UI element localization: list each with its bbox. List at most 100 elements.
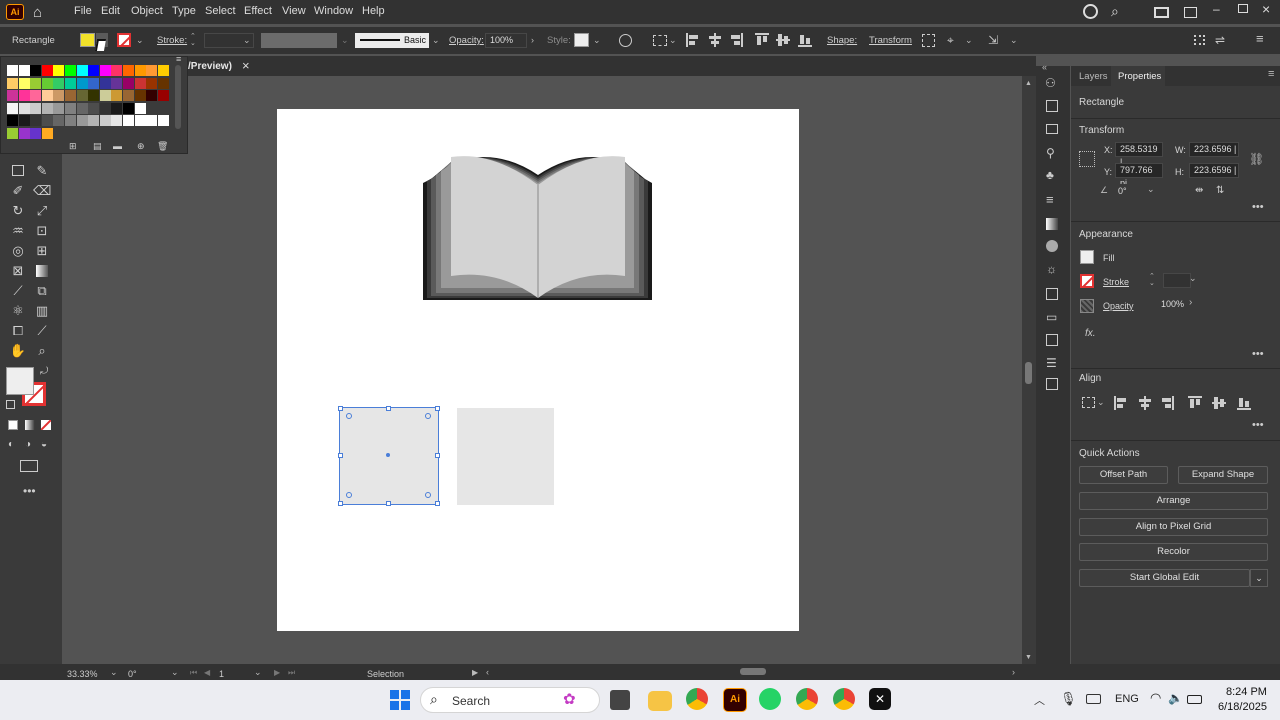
select-similar-icon[interactable]: ⇲: [988, 33, 998, 47]
whatsapp-icon[interactable]: [759, 688, 781, 710]
slice-tool-icon[interactable]: ⟋: [33, 322, 51, 340]
second-rectangle[interactable]: [457, 408, 554, 505]
appearance-more-icon[interactable]: •••: [1252, 348, 1264, 360]
learn-icon[interactable]: ⚇: [1045, 76, 1056, 90]
stroke-weight-dropdown-icon[interactable]: ⌄: [243, 35, 251, 46]
artboard-dropdown-icon[interactable]: ⌄: [254, 667, 262, 678]
color-swatch[interactable]: [30, 102, 42, 114]
artboard-tool-icon[interactable]: ⧠: [9, 322, 27, 340]
color-swatch[interactable]: [41, 115, 53, 126]
comments-icon[interactable]: ▭: [1046, 310, 1057, 324]
style-dropdown-icon[interactable]: ⌄: [593, 35, 601, 46]
align-top-icon[interactable]: [755, 33, 769, 47]
none-mode-icon[interactable]: [41, 420, 51, 430]
color-swatch[interactable]: [146, 65, 158, 76]
workspace-icon[interactable]: [1184, 7, 1197, 18]
color-swatch[interactable]: [88, 115, 100, 126]
color-swatch[interactable]: [18, 127, 30, 139]
perspective-grid-icon[interactable]: ⊞: [33, 242, 51, 260]
prop-align-hcenter-icon[interactable]: [1138, 396, 1152, 410]
swatch-kinds-icon[interactable]: ▤: [93, 141, 102, 152]
color-swatch[interactable]: [111, 90, 123, 101]
color-swatch[interactable]: [7, 77, 18, 89]
color-swatch[interactable]: [76, 90, 88, 101]
color-swatch[interactable]: [88, 102, 100, 114]
style-swatch[interactable]: [574, 33, 589, 47]
gradient-mode-icon[interactable]: [25, 420, 35, 430]
fill-swatch[interactable]: [80, 33, 95, 47]
color-swatch[interactable]: [41, 127, 53, 139]
hand-tool-icon[interactable]: ✋: [9, 342, 27, 360]
new-swatch-icon[interactable]: ⊕: [137, 141, 145, 152]
color-swatch[interactable]: [157, 77, 169, 89]
appearance-stroke-swatch[interactable]: [1080, 274, 1094, 288]
default-colors-icon[interactable]: [6, 400, 15, 409]
swatch-folder-icon[interactable]: ▬: [113, 141, 122, 151]
recolor-button[interactable]: Recolor: [1079, 543, 1268, 561]
eraser-tool-icon[interactable]: ⌫: [33, 182, 51, 200]
flip-vertical-icon[interactable]: ⇅: [1216, 185, 1224, 196]
color-swatch[interactable]: [123, 102, 134, 114]
book-artwork[interactable]: [423, 155, 653, 301]
brush-dropdown-icon[interactable]: ⌄: [432, 35, 440, 46]
zoom-level[interactable]: 33.33%: [67, 669, 98, 679]
hscroll-left-icon[interactable]: ‹: [486, 667, 489, 677]
opacity-arrow-icon[interactable]: ›: [531, 35, 534, 45]
color-swatch[interactable]: [65, 77, 76, 89]
color-swatch[interactable]: [18, 115, 30, 126]
status-menu-icon[interactable]: ▶: [472, 668, 478, 677]
brush-definition[interactable]: Basic: [355, 33, 429, 48]
color-swatch[interactable]: [123, 115, 134, 126]
x-field[interactable]: 258.5319 |: [1115, 142, 1163, 167]
handle-top-center[interactable]: [386, 406, 391, 411]
transform-more-icon[interactable]: •••: [1252, 201, 1264, 213]
align-to-pixel-grid-button[interactable]: Align to Pixel Grid: [1079, 518, 1268, 536]
rotate-tool-icon[interactable]: ↻: [9, 202, 27, 220]
gradient-tool-icon[interactable]: [33, 262, 51, 280]
hscroll-right-icon[interactable]: ›: [1012, 667, 1015, 677]
menu-object[interactable]: Object: [131, 5, 163, 17]
artboards-panel-icon[interactable]: [1046, 334, 1058, 346]
menu-lines-icon[interactable]: ≡: [1256, 31, 1264, 46]
appearance-panel-icon[interactable]: ☼: [1046, 262, 1057, 276]
color-swatch[interactable]: [99, 115, 111, 126]
keyboard-icon[interactable]: [1086, 694, 1101, 704]
draw-behind-icon[interactable]: ◑: [25, 439, 31, 450]
color-swatch[interactable]: [41, 102, 53, 114]
color-swatch[interactable]: [88, 90, 100, 101]
color-mode-icon[interactable]: [8, 420, 18, 430]
align-panel-icon[interactable]: ☰: [1046, 356, 1057, 370]
align-to-icon[interactable]: [653, 35, 667, 46]
last-artboard-icon[interactable]: ⏭: [288, 668, 295, 678]
rotation-value[interactable]: 0°: [128, 669, 137, 679]
expand-shape-button[interactable]: Expand Shape: [1178, 466, 1268, 484]
restore-icon[interactable]: [1238, 4, 1248, 13]
home-icon[interactable]: ⌂: [33, 4, 42, 21]
menu-type[interactable]: Type: [172, 5, 196, 17]
illustrator-taskbar-icon[interactable]: Ai: [723, 688, 747, 712]
tab-properties[interactable]: Properties: [1118, 71, 1161, 82]
shaper-tool-icon[interactable]: ✐: [9, 182, 27, 200]
align-more-icon[interactable]: •••: [1252, 419, 1264, 431]
menu-window[interactable]: Window: [314, 5, 353, 17]
opacity-label[interactable]: Opacity:: [449, 35, 484, 46]
arrange-documents-icon[interactable]: [1154, 7, 1169, 18]
stroke-panel-icon[interactable]: ≡: [1046, 192, 1054, 207]
color-swatch[interactable]: [7, 90, 18, 101]
scroll-thumb[interactable]: [1025, 362, 1032, 384]
swatch-scrollbar[interactable]: [175, 65, 181, 129]
draw-normal-icon[interactable]: ◐: [8, 439, 14, 450]
color-swatch[interactable]: [65, 65, 76, 76]
symbol-sprayer-icon[interactable]: ⚛: [9, 302, 27, 320]
stroke-weight-prop-field[interactable]: [1163, 273, 1191, 288]
color-swatch[interactable]: [76, 102, 88, 114]
edit-toolbar-icon[interactable]: •••: [23, 484, 36, 498]
appearance-opacity-field[interactable]: 100%: [1156, 297, 1188, 312]
artboard-number[interactable]: 1: [219, 669, 224, 679]
global-edit-dropdown-icon[interactable]: ⌄: [1250, 569, 1268, 587]
align-bottom-icon[interactable]: [798, 33, 812, 47]
menu-file[interactable]: File: [74, 5, 92, 17]
stroke-weight-stepper[interactable]: ⌃ ⌄: [190, 33, 202, 47]
color-swatch[interactable]: [53, 77, 65, 89]
color-swatch[interactable]: [53, 102, 65, 114]
